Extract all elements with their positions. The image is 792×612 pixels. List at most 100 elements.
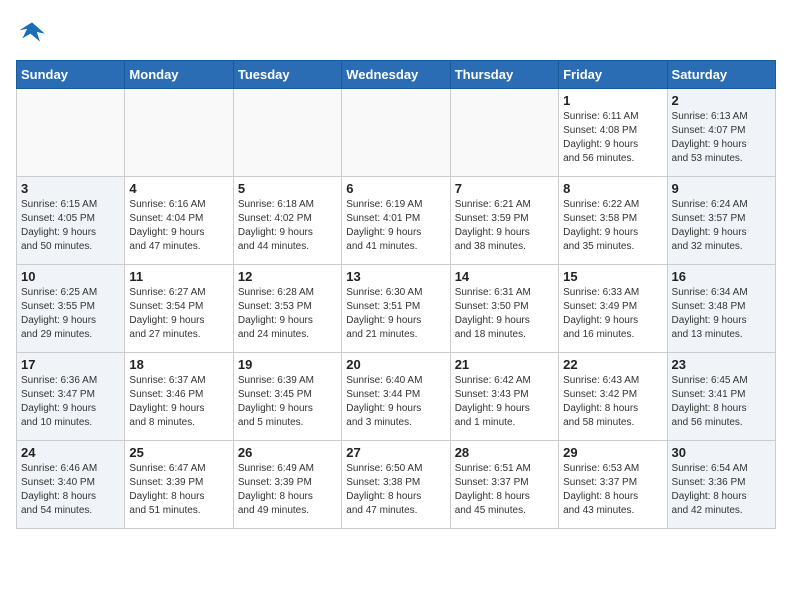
day-detail: Sunrise: 6:46 AM Sunset: 3:40 PM Dayligh…: [21, 462, 120, 518]
day-detail: Sunrise: 6:47 AM Sunset: 3:39 PM Dayligh…: [129, 462, 228, 518]
day-number: 28: [455, 445, 554, 460]
day-number: 16: [672, 269, 771, 284]
day-number: 13: [346, 269, 445, 284]
day-detail: Sunrise: 6:50 AM Sunset: 3:38 PM Dayligh…: [346, 462, 445, 518]
calendar-cell: 17 Sunrise: 6:36 AM Sunset: 3:47 PM Dayli…: [17, 353, 125, 441]
calendar-cell: [17, 89, 125, 177]
day-detail: Sunrise: 6:18 AM Sunset: 4:02 PM Dayligh…: [238, 198, 337, 254]
calendar-cell: 27 Sunrise: 6:50 AM Sunset: 3:38 PM Dayli…: [342, 441, 450, 529]
calendar-cell: 24 Sunrise: 6:46 AM Sunset: 3:40 PM Dayli…: [17, 441, 125, 529]
column-header-tuesday: Tuesday: [233, 61, 341, 89]
day-detail: Sunrise: 6:21 AM Sunset: 3:59 PM Dayligh…: [455, 198, 554, 254]
calendar-cell: 22 Sunrise: 6:43 AM Sunset: 3:42 PM Dayli…: [559, 353, 667, 441]
calendar-cell: 8Sunrise: 6:22 AM Sunset: 3:58 PM Daylig…: [559, 177, 667, 265]
day-detail: Sunrise: 6:53 AM Sunset: 3:37 PM Dayligh…: [563, 462, 662, 518]
logo-icon: [16, 16, 48, 48]
calendar-cell: 15 Sunrise: 6:33 AM Sunset: 3:49 PM Dayli…: [559, 265, 667, 353]
day-number: 22: [563, 357, 662, 372]
calendar-cell: [233, 89, 341, 177]
day-number: 10: [21, 269, 120, 284]
calendar-week-row: 17 Sunrise: 6:36 AM Sunset: 3:47 PM Dayli…: [17, 353, 776, 441]
calendar-cell: 2 Sunrise: 6:13 AM Sunset: 4:07 PM Daylig…: [667, 89, 775, 177]
day-number: 24: [21, 445, 120, 460]
calendar-cell: 4 Sunrise: 6:16 AM Sunset: 4:04 PM Daylig…: [125, 177, 233, 265]
calendar-week-row: 24 Sunrise: 6:46 AM Sunset: 3:40 PM Dayli…: [17, 441, 776, 529]
column-header-wednesday: Wednesday: [342, 61, 450, 89]
day-detail: Sunrise: 6:16 AM Sunset: 4:04 PM Dayligh…: [129, 198, 228, 254]
calendar-cell: [450, 89, 558, 177]
day-detail: Sunrise: 6:33 AM Sunset: 3:49 PM Dayligh…: [563, 286, 662, 342]
calendar-cell: [125, 89, 233, 177]
day-number: 19: [238, 357, 337, 372]
calendar-cell: 16 Sunrise: 6:34 AM Sunset: 3:48 PM Dayli…: [667, 265, 775, 353]
day-detail: Sunrise: 6:15 AM Sunset: 4:05 PM Dayligh…: [21, 198, 120, 254]
calendar-cell: 26 Sunrise: 6:49 AM Sunset: 3:39 PM Dayli…: [233, 441, 341, 529]
day-number: 14: [455, 269, 554, 284]
day-detail: Sunrise: 6:45 AM Sunset: 3:41 PM Dayligh…: [672, 374, 771, 430]
calendar-cell: 12 Sunrise: 6:28 AM Sunset: 3:53 PM Dayli…: [233, 265, 341, 353]
day-number: 9: [672, 181, 771, 196]
day-detail: Sunrise: 6:34 AM Sunset: 3:48 PM Dayligh…: [672, 286, 771, 342]
day-number: 4: [129, 181, 228, 196]
calendar-cell: 29 Sunrise: 6:53 AM Sunset: 3:37 PM Dayli…: [559, 441, 667, 529]
day-number: 17: [21, 357, 120, 372]
day-detail: Sunrise: 6:49 AM Sunset: 3:39 PM Dayligh…: [238, 462, 337, 518]
calendar-cell: 18 Sunrise: 6:37 AM Sunset: 3:46 PM Dayli…: [125, 353, 233, 441]
calendar-cell: 3 Sunrise: 6:15 AM Sunset: 4:05 PM Daylig…: [17, 177, 125, 265]
day-number: 12: [238, 269, 337, 284]
calendar-cell: 19 Sunrise: 6:39 AM Sunset: 3:45 PM Dayli…: [233, 353, 341, 441]
day-number: 3: [21, 181, 120, 196]
header: [16, 16, 776, 48]
calendar-cell: 10 Sunrise: 6:25 AM Sunset: 3:55 PM Dayli…: [17, 265, 125, 353]
calendar-cell: 1Sunrise: 6:11 AM Sunset: 4:08 PM Daylig…: [559, 89, 667, 177]
day-number: 21: [455, 357, 554, 372]
calendar-cell: 14 Sunrise: 6:31 AM Sunset: 3:50 PM Dayli…: [450, 265, 558, 353]
day-detail: Sunrise: 6:43 AM Sunset: 3:42 PM Dayligh…: [563, 374, 662, 430]
day-detail: Sunrise: 6:22 AM Sunset: 3:58 PM Dayligh…: [563, 198, 662, 254]
calendar-week-row: 10 Sunrise: 6:25 AM Sunset: 3:55 PM Dayli…: [17, 265, 776, 353]
day-number: 23: [672, 357, 771, 372]
day-number: 29: [563, 445, 662, 460]
calendar-cell: 21 Sunrise: 6:42 AM Sunset: 3:43 PM Dayli…: [450, 353, 558, 441]
day-number: 2: [672, 93, 771, 108]
day-number: 18: [129, 357, 228, 372]
calendar-cell: 20Sunrise: 6:40 AM Sunset: 3:44 PM Dayli…: [342, 353, 450, 441]
day-detail: Sunrise: 6:54 AM Sunset: 3:36 PM Dayligh…: [672, 462, 771, 518]
day-number: 7: [455, 181, 554, 196]
calendar-cell: 6Sunrise: 6:19 AM Sunset: 4:01 PM Daylig…: [342, 177, 450, 265]
day-detail: Sunrise: 6:36 AM Sunset: 3:47 PM Dayligh…: [21, 374, 120, 430]
day-number: 26: [238, 445, 337, 460]
day-number: 30: [672, 445, 771, 460]
day-detail: Sunrise: 6:51 AM Sunset: 3:37 PM Dayligh…: [455, 462, 554, 518]
calendar-cell: [342, 89, 450, 177]
day-detail: Sunrise: 6:28 AM Sunset: 3:53 PM Dayligh…: [238, 286, 337, 342]
calendar-week-row: 1Sunrise: 6:11 AM Sunset: 4:08 PM Daylig…: [17, 89, 776, 177]
day-detail: Sunrise: 6:39 AM Sunset: 3:45 PM Dayligh…: [238, 374, 337, 430]
calendar-header-row: SundayMondayTuesdayWednesdayThursdayFrid…: [17, 61, 776, 89]
column-header-sunday: Sunday: [17, 61, 125, 89]
day-detail: Sunrise: 6:40 AM Sunset: 3:44 PM Dayligh…: [346, 374, 445, 430]
column-header-saturday: Saturday: [667, 61, 775, 89]
calendar-cell: 9 Sunrise: 6:24 AM Sunset: 3:57 PM Daylig…: [667, 177, 775, 265]
day-detail: Sunrise: 6:42 AM Sunset: 3:43 PM Dayligh…: [455, 374, 554, 430]
day-detail: Sunrise: 6:27 AM Sunset: 3:54 PM Dayligh…: [129, 286, 228, 342]
day-detail: Sunrise: 6:25 AM Sunset: 3:55 PM Dayligh…: [21, 286, 120, 342]
calendar-cell: 28 Sunrise: 6:51 AM Sunset: 3:37 PM Dayli…: [450, 441, 558, 529]
day-number: 6: [346, 181, 445, 196]
day-detail: Sunrise: 6:37 AM Sunset: 3:46 PM Dayligh…: [129, 374, 228, 430]
calendar-week-row: 3 Sunrise: 6:15 AM Sunset: 4:05 PM Daylig…: [17, 177, 776, 265]
day-number: 27: [346, 445, 445, 460]
column-header-friday: Friday: [559, 61, 667, 89]
column-header-monday: Monday: [125, 61, 233, 89]
day-number: 5: [238, 181, 337, 196]
day-number: 15: [563, 269, 662, 284]
calendar-cell: 7 Sunrise: 6:21 AM Sunset: 3:59 PM Daylig…: [450, 177, 558, 265]
calendar-table: SundayMondayTuesdayWednesdayThursdayFrid…: [16, 60, 776, 529]
day-detail: Sunrise: 6:11 AM Sunset: 4:08 PM Dayligh…: [563, 110, 662, 166]
day-detail: Sunrise: 6:24 AM Sunset: 3:57 PM Dayligh…: [672, 198, 771, 254]
day-detail: Sunrise: 6:13 AM Sunset: 4:07 PM Dayligh…: [672, 110, 771, 166]
column-header-thursday: Thursday: [450, 61, 558, 89]
day-detail: Sunrise: 6:31 AM Sunset: 3:50 PM Dayligh…: [455, 286, 554, 342]
calendar-cell: 11Sunrise: 6:27 AM Sunset: 3:54 PM Dayli…: [125, 265, 233, 353]
calendar-cell: 30 Sunrise: 6:54 AM Sunset: 3:36 PM Dayli…: [667, 441, 775, 529]
